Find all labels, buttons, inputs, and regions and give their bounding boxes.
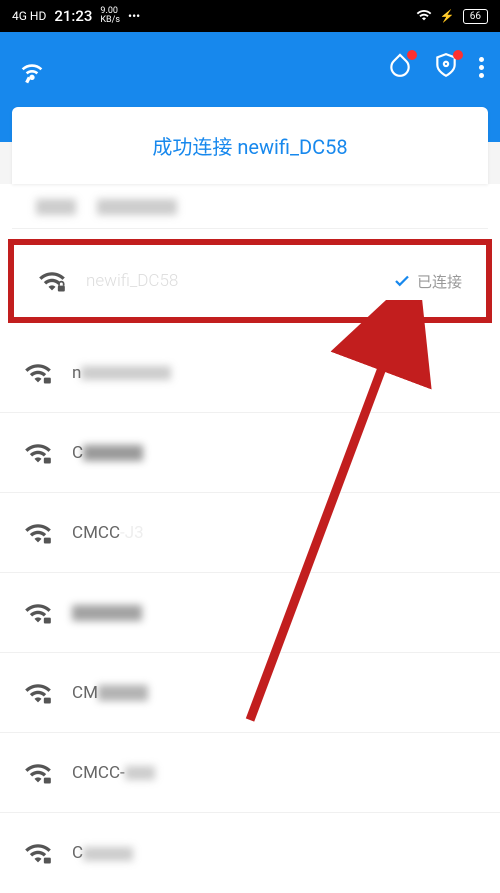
wifi-item[interactable] (12, 184, 488, 229)
network-speed: 9.00 KB/s (100, 7, 120, 25)
charging-icon: ⚡ (440, 9, 455, 23)
wifi-name: CM (72, 683, 476, 703)
wifi-name: n (72, 363, 476, 383)
wifi-item[interactable]: C (0, 413, 500, 493)
wifi-status: 已连接 (393, 271, 462, 292)
status-time: 21:23 (54, 7, 92, 25)
wifi-name: newifi_DC58 (86, 271, 373, 291)
success-banner: 成功连接 newifi_DC58 (12, 107, 488, 184)
wifi-name (36, 196, 464, 216)
wifi-item[interactable] (0, 573, 500, 653)
status-left: 4G HD 21:23 9.00 KB/s ••• (12, 7, 140, 25)
wifi-lock-icon (24, 439, 52, 467)
status-bar: 4G HD 21:23 9.00 KB/s ••• ⚡ 66 (0, 0, 500, 32)
wifi-item-connected[interactable]: newifi_DC58 已连接 (8, 239, 492, 323)
wifi-name: C (72, 443, 476, 463)
battery-indicator: 66 (463, 9, 488, 24)
success-text: 成功连接 newifi_DC58 (152, 135, 347, 159)
wifi-lock-icon (24, 519, 52, 547)
wifi-lock-icon (24, 599, 52, 627)
drop-button[interactable] (387, 52, 413, 82)
wifi-signal-icon (416, 7, 432, 26)
notification-dot (453, 50, 463, 60)
wifi-lock-icon (24, 839, 52, 867)
wifi-lock-icon (24, 679, 52, 707)
header-icons (387, 52, 484, 82)
shield-button[interactable] (433, 52, 459, 82)
notification-dot (407, 50, 417, 60)
wifi-lock-icon (24, 359, 52, 387)
wifi-lock-icon (24, 759, 52, 787)
wifi-item[interactable]: CMCC-J3 (0, 493, 500, 573)
wifi-item[interactable]: CM (0, 653, 500, 733)
wifi-name: CMCC-J3 (72, 523, 476, 543)
check-icon (393, 272, 411, 290)
signal-indicator: 4G HD (12, 9, 46, 23)
wifi-name: CMCC- (72, 763, 476, 783)
wifi-list: newifi_DC58 已连接 n C CMCC- (0, 184, 500, 893)
more-indicator: ••• (128, 9, 140, 23)
wifi-item[interactable]: CMCC- (0, 733, 500, 813)
wifi-item[interactable]: n (0, 333, 500, 413)
wifi-lock-icon (38, 267, 66, 295)
wifi-name (72, 603, 476, 623)
wifi-name: C (72, 843, 476, 863)
more-menu-button[interactable] (479, 57, 484, 78)
app-logo[interactable] (16, 52, 48, 84)
status-right: ⚡ 66 (416, 7, 488, 26)
wifi-item[interactable]: C (0, 813, 500, 893)
